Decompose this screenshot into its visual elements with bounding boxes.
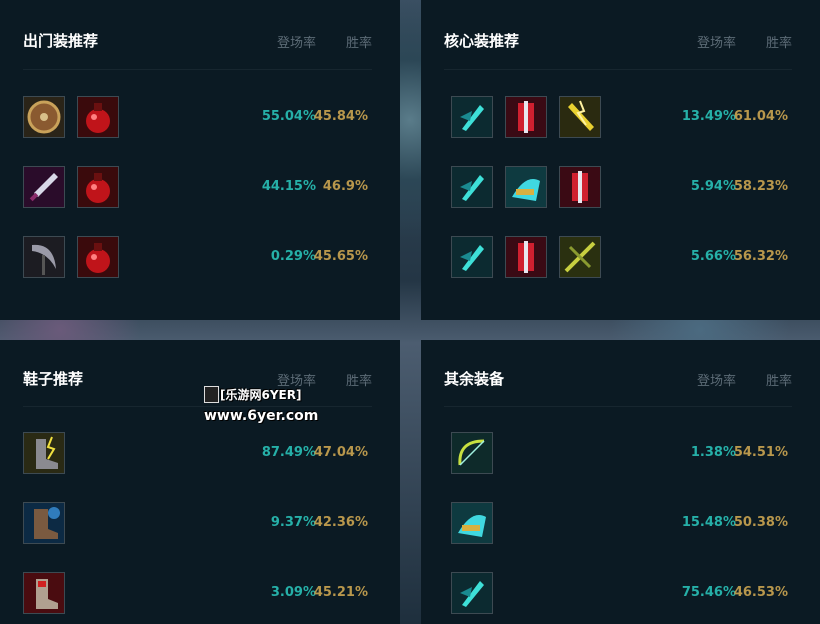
build-row: 3.09% 45.21% bbox=[23, 572, 368, 616]
build-row: 87.49% 47.04% bbox=[23, 432, 368, 476]
starter-items-panel: 出门装推荐 登场率 胜率 55.04% 45.84% 44.15% 46.9% … bbox=[0, 0, 400, 320]
pick-rate: 15.48% bbox=[681, 515, 736, 530]
build-row: 5.94% 58.23% bbox=[451, 166, 788, 210]
panel-title: 其余装备 bbox=[444, 370, 505, 388]
lightning-sword-icon[interactable] bbox=[559, 96, 601, 138]
pick-rate-header: 登场率 bbox=[276, 36, 316, 51]
win-rate-header: 胜率 bbox=[765, 374, 792, 389]
red-armor-icon[interactable] bbox=[505, 236, 547, 278]
blade-icon[interactable] bbox=[451, 166, 493, 208]
build-row: 44.15% 46.9% bbox=[23, 166, 368, 210]
win-rate: 58.23% bbox=[733, 179, 788, 194]
red-armor-icon[interactable] bbox=[559, 166, 601, 208]
build-row: 5.66% 56.32% bbox=[451, 236, 788, 280]
build-row: 9.37% 42.36% bbox=[23, 502, 368, 546]
pick-rate-header: 登场率 bbox=[696, 36, 736, 51]
build-row: 55.04% 45.84% bbox=[23, 96, 368, 140]
win-rate: 56.32% bbox=[733, 249, 788, 264]
win-rate: 47.04% bbox=[313, 445, 368, 460]
gauntlet-icon[interactable] bbox=[451, 502, 493, 544]
boots-panel: 鞋子推荐 登场率 胜率 87.49% 47.04% 9.37% 42.36% 3… bbox=[0, 340, 400, 624]
panel-title: 出门装推荐 bbox=[23, 32, 99, 50]
blade-icon[interactable] bbox=[451, 572, 493, 614]
win-rate-header: 胜率 bbox=[765, 36, 792, 51]
build-row: 13.49% 61.04% bbox=[451, 96, 788, 140]
blade-icon[interactable] bbox=[451, 96, 493, 138]
potion-icon[interactable] bbox=[77, 166, 119, 208]
other-items-panel: 其余装备 登场率 胜率 1.38% 54.51% 15.48% 50.38% 7… bbox=[421, 340, 820, 624]
pick-rate: 1.38% bbox=[690, 445, 736, 460]
win-rate-header: 胜率 bbox=[345, 36, 372, 51]
panel-header: 核心装推荐 登场率 胜率 bbox=[444, 30, 792, 54]
shield-icon[interactable] bbox=[23, 96, 65, 138]
pick-rate: 13.49% bbox=[681, 109, 736, 124]
watermark-url: www.6yer.com bbox=[204, 408, 319, 424]
pick-rate: 44.15% bbox=[261, 179, 316, 194]
pick-rate: 87.49% bbox=[261, 445, 316, 460]
watermark-logo bbox=[204, 386, 219, 403]
lightning-boots-icon[interactable] bbox=[23, 432, 65, 474]
core-items-panel: 核心装推荐 登场率 胜率 13.49% 61.04% 5.94% 58.23% … bbox=[421, 0, 820, 320]
panel-header: 其余装备 登场率 胜率 bbox=[444, 368, 792, 392]
red-boots-icon[interactable] bbox=[23, 572, 65, 614]
bow-icon[interactable] bbox=[451, 432, 493, 474]
panel-header: 出门装推荐 登场率 胜率 bbox=[23, 30, 372, 54]
panel-title: 核心装推荐 bbox=[444, 32, 520, 50]
dagger-icon[interactable] bbox=[23, 166, 65, 208]
win-rate: 45.84% bbox=[313, 109, 368, 124]
pick-rate: 5.94% bbox=[690, 179, 736, 194]
pick-rate: 5.66% bbox=[690, 249, 736, 264]
win-rate: 54.51% bbox=[733, 445, 788, 460]
win-rate: 46.53% bbox=[733, 585, 788, 600]
win-rate: 45.21% bbox=[313, 585, 368, 600]
divider bbox=[444, 69, 792, 70]
pick-rate: 9.37% bbox=[270, 515, 316, 530]
armored-boots-icon[interactable] bbox=[23, 502, 65, 544]
gauntlet-icon[interactable] bbox=[505, 166, 547, 208]
build-row: 75.46% 46.53% bbox=[451, 572, 788, 616]
divider bbox=[444, 406, 792, 407]
blade-icon[interactable] bbox=[451, 236, 493, 278]
panel-header: 鞋子推荐 登场率 胜率 bbox=[23, 368, 372, 392]
scythe-icon[interactable] bbox=[23, 236, 65, 278]
build-row: 0.29% 45.65% bbox=[23, 236, 368, 280]
red-armor-icon[interactable] bbox=[505, 96, 547, 138]
watermark-brand: [乐游网6YER] bbox=[220, 388, 302, 402]
build-row: 1.38% 54.51% bbox=[451, 432, 788, 476]
panel-title: 鞋子推荐 bbox=[23, 370, 84, 388]
divider bbox=[23, 69, 372, 70]
divider bbox=[23, 406, 372, 407]
crossbow-icon[interactable] bbox=[559, 236, 601, 278]
win-rate: 42.36% bbox=[313, 515, 368, 530]
pick-rate: 75.46% bbox=[681, 585, 736, 600]
build-row: 15.48% 50.38% bbox=[451, 502, 788, 546]
pick-rate: 55.04% bbox=[261, 109, 316, 124]
win-rate: 61.04% bbox=[733, 109, 788, 124]
win-rate: 50.38% bbox=[733, 515, 788, 530]
pick-rate: 3.09% bbox=[270, 585, 316, 600]
win-rate: 46.9% bbox=[322, 179, 368, 194]
potion-icon[interactable] bbox=[77, 236, 119, 278]
win-rate: 45.65% bbox=[313, 249, 368, 264]
pick-rate-header: 登场率 bbox=[696, 374, 736, 389]
potion-icon[interactable] bbox=[77, 96, 119, 138]
win-rate-header: 胜率 bbox=[345, 374, 372, 389]
pick-rate: 0.29% bbox=[270, 249, 316, 264]
